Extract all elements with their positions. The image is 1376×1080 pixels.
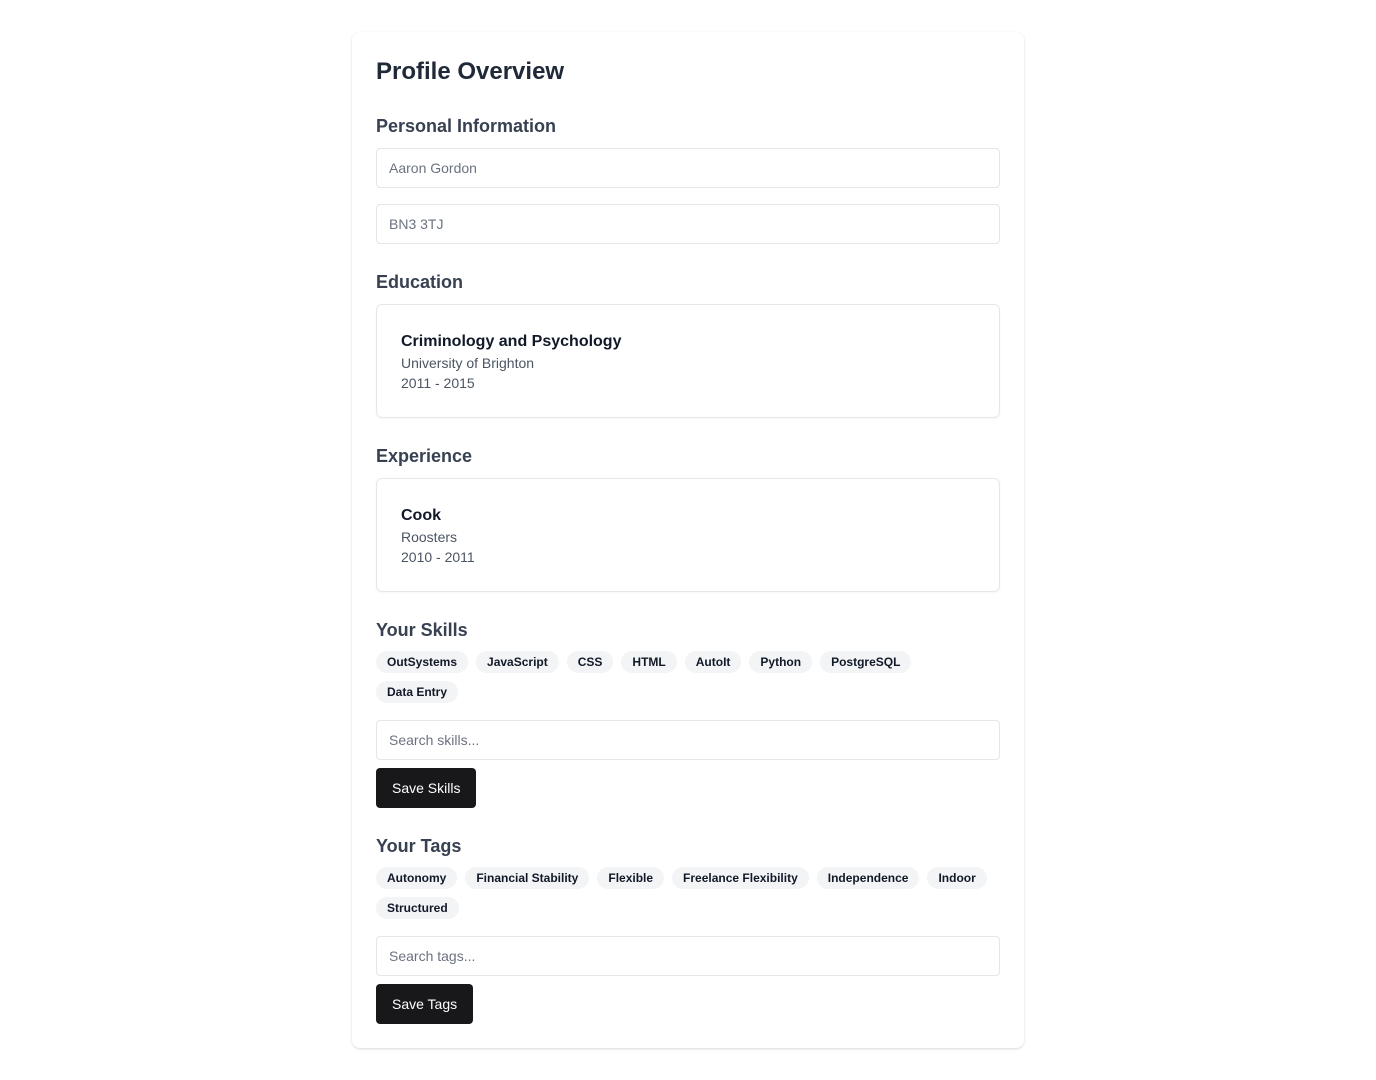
education-years: 2011 - 2015 (401, 375, 475, 391)
experience-heading: Experience (376, 446, 473, 466)
experience-role: Cook (401, 507, 441, 524)
experience-company: Roosters (401, 529, 458, 545)
tags-chip-list: Autonomy Financial Stability Flexible Fr… (376, 867, 1000, 919)
skill-chip[interactable]: Python (749, 651, 813, 673)
page-title: Profile Overview (376, 58, 565, 85)
personal-info-heading: Personal Information (376, 116, 557, 136)
tag-chip[interactable]: Indoor (927, 867, 987, 889)
tag-chip[interactable]: Autonomy (376, 867, 458, 889)
skill-chip[interactable]: JavaScript (476, 651, 559, 673)
skill-chip[interactable]: OutSystems (376, 651, 469, 673)
tags-search-input[interactable] (376, 936, 1000, 976)
tag-chip[interactable]: Independence (816, 867, 920, 889)
profile-card: Profile Overview Personal Information Ed… (352, 32, 1024, 1048)
skill-chip[interactable]: CSS (566, 651, 614, 673)
save-skills-button[interactable]: Save Skills (376, 768, 477, 808)
experience-years: 2010 - 2011 (401, 549, 475, 565)
experience-entry: Cook Roosters 2010 - 2011 (376, 478, 1000, 592)
skills-heading: Your Skills (376, 620, 468, 640)
name-field[interactable] (376, 148, 1000, 188)
skill-chip[interactable]: HTML (621, 651, 677, 673)
skill-chip[interactable]: Data Entry (376, 681, 459, 703)
education-institution: University of Brighton (401, 355, 535, 371)
tag-chip[interactable]: Freelance Flexibility (672, 867, 809, 889)
skills-chip-list: OutSystems JavaScript CSS HTML AutoIt Py… (376, 651, 1000, 703)
tag-chip[interactable]: Financial Stability (465, 867, 590, 889)
skill-chip[interactable]: PostgreSQL (820, 651, 912, 673)
skills-search-input[interactable] (376, 720, 1000, 760)
education-degree: Criminology and Psychology (401, 333, 622, 350)
skill-chip[interactable]: AutoIt (684, 651, 742, 673)
education-heading: Education (376, 272, 464, 292)
tag-chip[interactable]: Flexible (597, 867, 665, 889)
tag-chip[interactable]: Structured (376, 897, 459, 919)
save-tags-button[interactable]: Save Tags (376, 984, 474, 1024)
postcode-field[interactable] (376, 204, 1000, 244)
tags-heading: Your Tags (376, 836, 462, 856)
education-entry: Criminology and Psychology University of… (376, 304, 1000, 418)
